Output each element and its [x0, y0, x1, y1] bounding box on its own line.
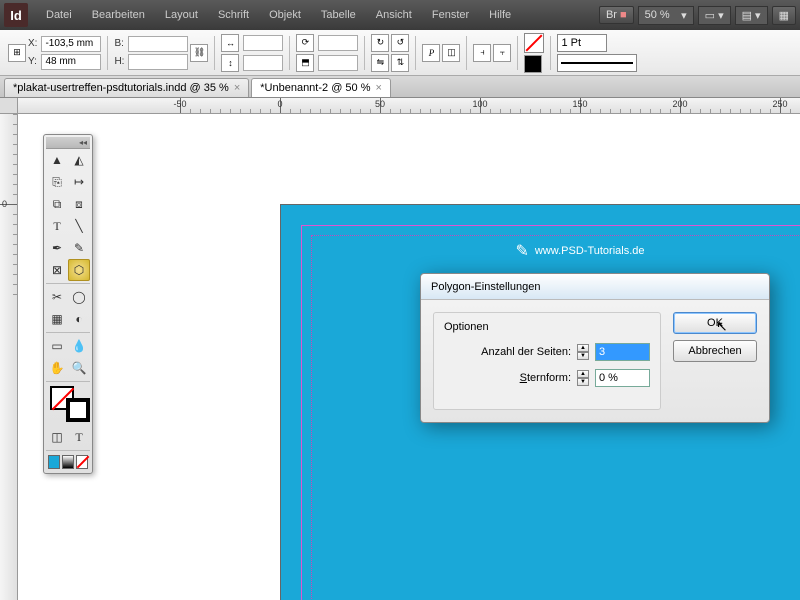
- zoom-dropdown[interactable]: 50 %▾: [638, 6, 694, 25]
- menu-file[interactable]: Datei: [36, 9, 82, 21]
- apply-none[interactable]: [76, 455, 88, 469]
- star-down[interactable]: ▼: [577, 378, 589, 386]
- menu-window[interactable]: Fenster: [422, 9, 479, 21]
- apply-color-row: [46, 453, 90, 471]
- arrange-dropdown[interactable]: ▤ ▾: [735, 6, 768, 25]
- select-container-icon[interactable]: P: [422, 44, 440, 62]
- dialog-title: Polygon-Einstellungen: [421, 274, 769, 300]
- menu-object[interactable]: Objekt: [259, 9, 311, 21]
- document-tab[interactable]: *Unbenannt-2 @ 50 %×: [251, 78, 391, 97]
- scale-y-input[interactable]: [243, 55, 283, 71]
- pen-tool[interactable]: ✒: [46, 237, 68, 259]
- w-input[interactable]: [128, 36, 188, 52]
- ok-button[interactable]: OK: [673, 312, 757, 334]
- rotate-icon: ⟳: [296, 34, 314, 52]
- menu-bar: Id Datei Bearbeiten Layout Schrift Objek…: [0, 0, 800, 30]
- formatting-container-icon[interactable]: ◫: [46, 426, 68, 448]
- stroke-weight-dropdown[interactable]: 1 Pt: [557, 34, 607, 52]
- rotate-cw-icon[interactable]: ↻: [371, 34, 389, 52]
- direct-selection-tool[interactable]: ◭: [68, 149, 90, 171]
- zoom-tool[interactable]: 🔍: [68, 357, 90, 379]
- star-input[interactable]: [595, 369, 650, 387]
- apply-color[interactable]: [48, 455, 60, 469]
- tool-panel: ◂◂ ▲◭ ⎘↦ ⧉⧈ T╲ ✒✎ ⊠⬡ ✂◯ ▦◐ ▭💧 ✋🔍 ◫T: [43, 134, 93, 474]
- x-label: X:: [28, 38, 37, 49]
- content-placer-tool[interactable]: ⧈: [68, 193, 90, 215]
- page-tool[interactable]: ⎘: [46, 171, 68, 193]
- line-tool[interactable]: ╲: [68, 215, 90, 237]
- select-content-icon[interactable]: ◫: [442, 44, 460, 62]
- close-icon[interactable]: ×: [376, 82, 382, 94]
- align-icon[interactable]: ⫞: [473, 44, 491, 62]
- workspace-button[interactable]: ▦: [772, 6, 796, 25]
- y-input[interactable]: [41, 54, 101, 70]
- cancel-button[interactable]: Abbrechen: [673, 340, 757, 362]
- rectangle-frame-tool[interactable]: ⊠: [46, 259, 68, 281]
- star-up[interactable]: ▲: [577, 370, 589, 378]
- pencil-tool[interactable]: ✎: [68, 237, 90, 259]
- stroke-style-dropdown[interactable]: [557, 54, 637, 72]
- polygon-settings-dialog: Polygon-Einstellungen Optionen Anzahl de…: [420, 273, 770, 423]
- menu-layout[interactable]: Layout: [155, 9, 208, 21]
- x-input[interactable]: [41, 36, 101, 52]
- horizontal-ruler[interactable]: -50050100150200250: [18, 98, 800, 114]
- page-header-text: ✎ www.PSD-Tutorials.de: [515, 241, 644, 261]
- formatting-text-icon[interactable]: T: [68, 426, 90, 448]
- menu-help[interactable]: Hilfe: [479, 9, 521, 21]
- document-tab[interactable]: *plakat-usertreffen-psdtutorials.indd @ …: [4, 78, 249, 97]
- rotate-input[interactable]: [318, 35, 358, 51]
- scale-y-icon: ↕: [221, 54, 239, 72]
- eyedropper-tool[interactable]: 💧: [68, 335, 90, 357]
- y-label: Y:: [28, 56, 37, 67]
- sides-down[interactable]: ▼: [577, 352, 589, 360]
- vertical-ruler[interactable]: -500: [0, 114, 18, 600]
- close-icon[interactable]: ×: [234, 82, 240, 94]
- document-tab-bar: *plakat-usertreffen-psdtutorials.indd @ …: [0, 76, 800, 98]
- type-tool[interactable]: T: [46, 215, 68, 237]
- menu-view[interactable]: Ansicht: [366, 9, 422, 21]
- shear-icon: ⬒: [296, 54, 314, 72]
- w-label: B:: [114, 38, 124, 49]
- app-icon: Id: [4, 3, 28, 27]
- fill-swatch[interactable]: [524, 33, 544, 53]
- sides-label: Anzahl der Seiten:: [481, 346, 571, 358]
- star-label: SSternform:ternform:: [520, 372, 571, 384]
- apply-gradient[interactable]: [62, 455, 74, 469]
- menu-table[interactable]: Tabelle: [311, 9, 366, 21]
- flip-v-icon[interactable]: ⇅: [391, 54, 409, 72]
- hand-tool[interactable]: ✋: [46, 357, 68, 379]
- bridge-button[interactable]: Br■: [599, 6, 634, 24]
- stroke-swatch[interactable]: [524, 55, 542, 73]
- h-input[interactable]: [128, 54, 188, 70]
- selection-tool[interactable]: ▲: [46, 149, 68, 171]
- gradient-swatch-tool[interactable]: ▦: [46, 308, 68, 330]
- scale-x-input[interactable]: [243, 35, 283, 51]
- ruler-origin[interactable]: [0, 98, 18, 114]
- brush-icon: ✎: [515, 241, 528, 261]
- distribute-icon[interactable]: ⫟: [493, 44, 511, 62]
- constrain-icon[interactable]: ⛓: [190, 44, 208, 62]
- shear-input[interactable]: [318, 55, 358, 71]
- h-label: H:: [114, 56, 124, 67]
- flip-h-icon[interactable]: ⇋: [371, 54, 389, 72]
- panel-collapse-icon[interactable]: ◂◂: [46, 137, 90, 149]
- fill-stroke-proxy[interactable]: [48, 384, 92, 424]
- ref-point-icon[interactable]: ⊞: [8, 44, 26, 62]
- menu-type[interactable]: Schrift: [208, 9, 259, 21]
- gradient-feather-tool[interactable]: ◐: [68, 308, 90, 330]
- control-bar: ⊞ X: Y: B: H: ⛓ ↔ ↕ ⟳ ⬒ ↻↺ ⇋⇅ P ◫ ⫞ ⫟: [0, 30, 800, 76]
- options-label: Optionen: [444, 321, 650, 333]
- screen-mode-dropdown[interactable]: ▭ ▾: [698, 6, 731, 25]
- free-transform-tool[interactable]: ◯: [68, 286, 90, 308]
- scissors-tool[interactable]: ✂: [46, 286, 68, 308]
- gap-tool[interactable]: ↦: [68, 171, 90, 193]
- content-collector-tool[interactable]: ⧉: [46, 193, 68, 215]
- polygon-tool[interactable]: ⬡: [68, 259, 90, 281]
- scale-x-icon: ↔: [221, 34, 239, 52]
- rotate-ccw-icon[interactable]: ↺: [391, 34, 409, 52]
- sides-input[interactable]: [595, 343, 650, 361]
- note-tool[interactable]: ▭: [46, 335, 68, 357]
- sides-up[interactable]: ▲: [577, 344, 589, 352]
- menu-edit[interactable]: Bearbeiten: [82, 9, 155, 21]
